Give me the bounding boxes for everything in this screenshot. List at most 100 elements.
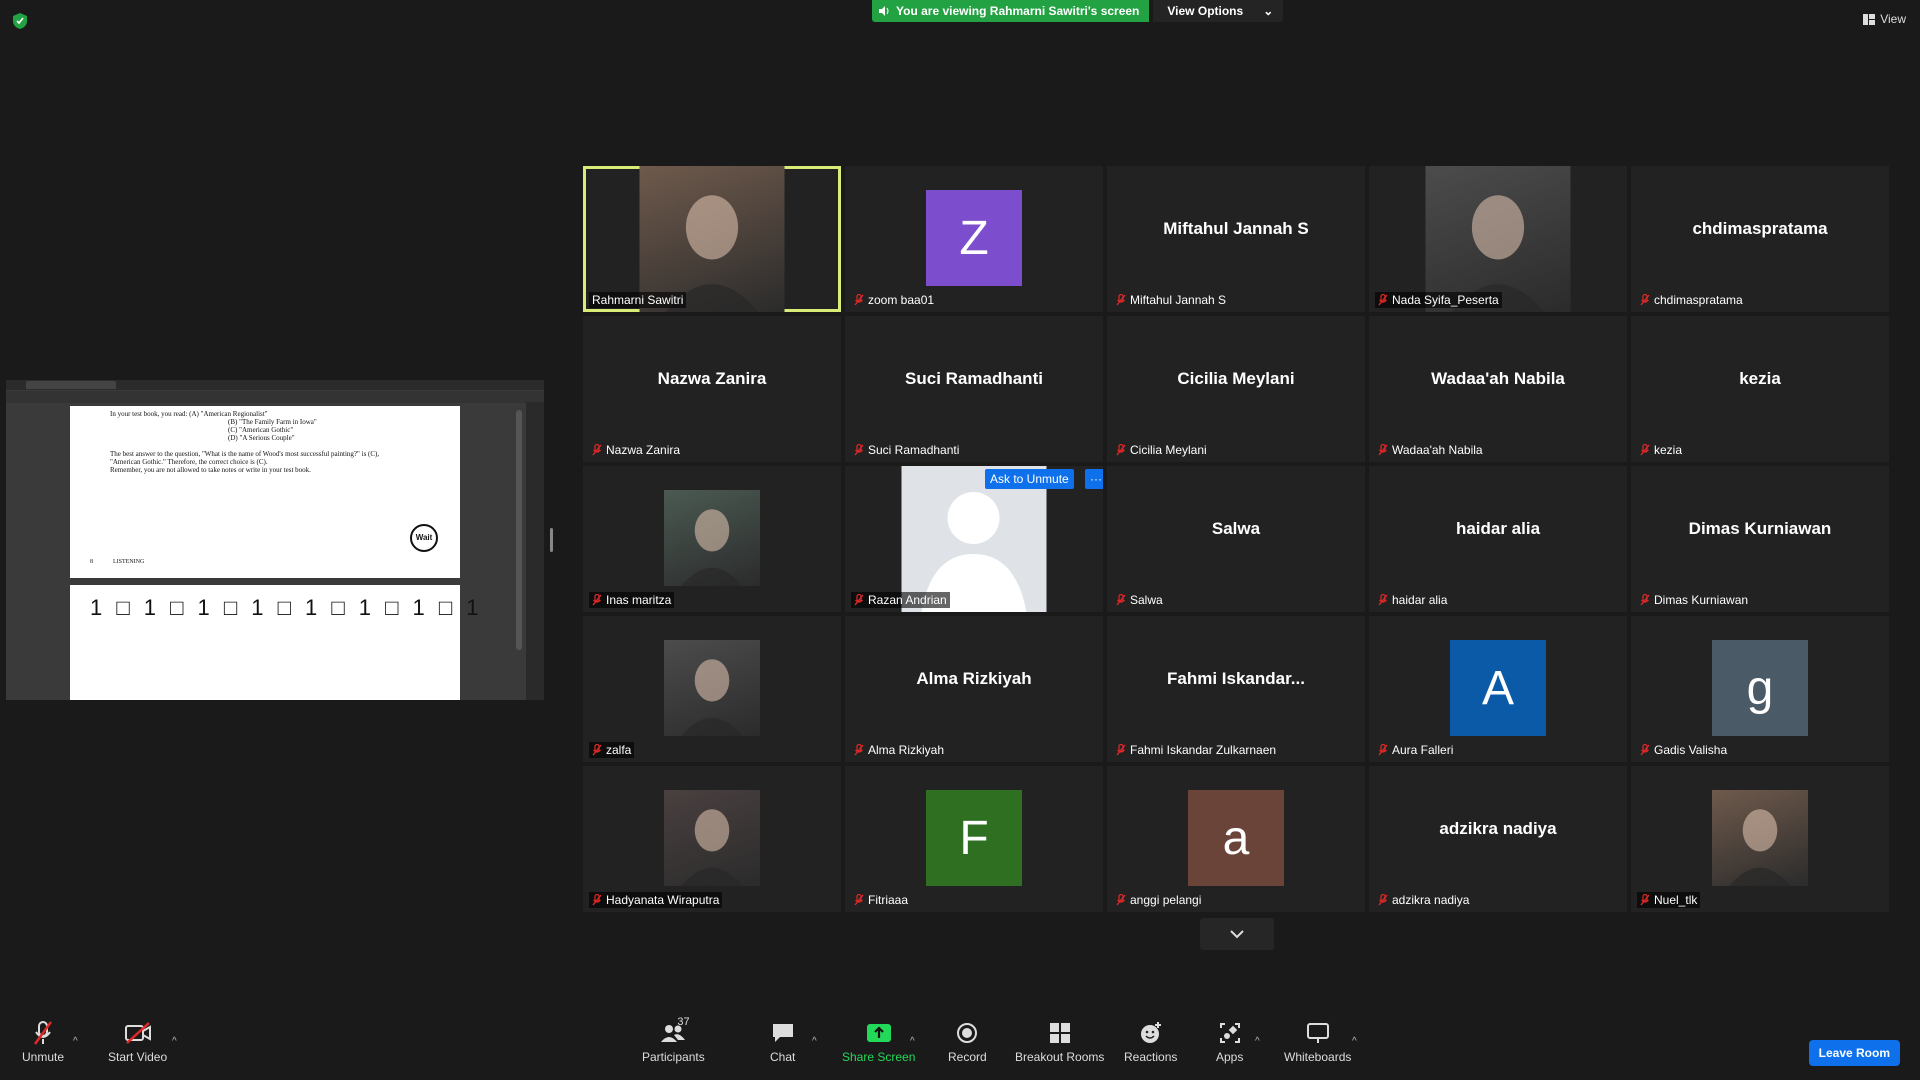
browser-sidebar — [526, 402, 544, 700]
chat-options-caret[interactable]: ^ — [812, 1036, 817, 1047]
apps-label: Apps — [1216, 1050, 1244, 1064]
participant-name: Salwa — [1130, 593, 1163, 607]
participant-name: Nada Syifa_Peserta — [1392, 293, 1499, 307]
security-shield-icon[interactable] — [12, 12, 28, 30]
doc-line: (D) "A Serious Couple" — [228, 434, 295, 442]
mic-muted-icon — [592, 444, 602, 456]
participant-name-label: Aura Falleri — [1375, 742, 1456, 758]
reactions-icon — [1140, 1022, 1161, 1043]
chevron-down-icon — [1230, 930, 1244, 939]
participant-name: Fahmi Iskandar Zulkarnaen — [1130, 743, 1277, 757]
viewing-screen-text: You are viewing Rahmarni Sawitri's scree… — [896, 4, 1140, 18]
split-resize-handle[interactable] — [550, 528, 553, 552]
leave-room-button[interactable]: Leave Room — [1808, 1040, 1900, 1066]
browser-tabbar — [6, 380, 544, 390]
participant-tile[interactable]: Hadyanata Wiraputra — [583, 766, 841, 912]
participant-display-name: Suci Ramadhanti — [905, 369, 1043, 388]
participant-tile[interactable]: chdimaspratama chdimaspratama — [1631, 166, 1889, 312]
chat-label: Chat — [770, 1050, 796, 1064]
whiteboards-options-caret[interactable]: ^ — [1352, 1036, 1357, 1047]
whiteboards-button[interactable]: Whiteboards — [1284, 1020, 1351, 1064]
doc-line: "American Gothic." Therefore, the correc… — [110, 458, 268, 466]
share-options-caret[interactable]: ^ — [910, 1036, 915, 1047]
participant-tile[interactable]: Wadaa'ah Nabila Wadaa'ah Nabila — [1369, 316, 1627, 462]
participant-video — [1425, 166, 1571, 312]
participant-tile[interactable]: Alma Rizkiyah Alma Rizkiyah — [845, 616, 1103, 762]
participant-display-name: Dimas Kurniawan — [1688, 519, 1832, 538]
participant-name-label: Rahmarni Sawitri — [589, 292, 687, 308]
participant-tile[interactable]: zalfa — [583, 616, 841, 762]
participant-tile[interactable]: F Fitriaaa — [845, 766, 1103, 912]
participant-tile[interactable]: Zzoom baa01 — [845, 166, 1103, 312]
participant-name: haidar alia — [1392, 593, 1448, 607]
screen-share-banner: You are viewing Rahmarni Sawitri's scree… — [872, 0, 1284, 22]
participant-tile[interactable]: adzikra nadiya adzikra nadiya — [1369, 766, 1627, 912]
chat-button[interactable]: Chat — [770, 1020, 795, 1064]
participant-name-label: anggi pelangi — [1113, 892, 1204, 908]
participant-tile[interactable]: Inas maritza — [583, 466, 841, 612]
unmute-button[interactable]: Unmute — [22, 1020, 64, 1064]
audio-options-caret[interactable]: ^ — [73, 1036, 78, 1047]
chevron-down-icon: ⌄ — [1263, 4, 1274, 18]
participants-count: 37 — [677, 1016, 690, 1028]
participant-display-name: Nazwa Zanira — [657, 369, 767, 388]
breakout-rooms-button[interactable]: Breakout Rooms — [1015, 1020, 1104, 1064]
participant-tile[interactable]: g Gadis Valisha — [1631, 616, 1889, 762]
participant-name: Nuel_tlk — [1654, 893, 1698, 907]
gallery-next-page-button[interactable] — [1200, 918, 1274, 950]
mic-muted-icon — [854, 894, 864, 906]
breakout-rooms-label: Breakout Rooms — [1015, 1050, 1105, 1064]
participant-tile[interactable]: Salwa Salwa — [1107, 466, 1365, 612]
participant-name-label: Alma Rizkiyah — [851, 742, 947, 758]
participant-tile[interactable]: Rahmarni Sawitri — [583, 166, 841, 312]
participants-button[interactable]: 37 Participants — [642, 1016, 705, 1064]
participant-tile[interactable]: Fahmi Iskandar... Fahmi Iskandar Zulkarna… — [1107, 616, 1365, 762]
participant-name: Miftahul Jannah S — [1130, 293, 1227, 307]
page-footer: 8 LISTENING — [90, 558, 144, 566]
mic-muted-icon — [34, 1021, 53, 1045]
participant-name: kezia — [1654, 443, 1683, 457]
participant-tile[interactable]: A Aura Falleri — [1369, 616, 1627, 762]
mic-muted-icon — [1640, 294, 1650, 306]
participant-tile[interactable]: a anggi pelangi — [1107, 766, 1365, 912]
page-number: 8 — [90, 559, 93, 565]
participant-tile[interactable]: Nada Syifa_Peserta — [1369, 166, 1627, 312]
participants-label: Participants — [642, 1050, 705, 1064]
reactions-button[interactable]: Reactions — [1124, 1020, 1177, 1064]
participant-tile[interactable]: kezia kezia — [1631, 316, 1889, 462]
participant-tile[interactable]: haidar alia haidar alia — [1369, 466, 1627, 612]
participant-tile[interactable]: Ask to Unmute ··· Razan Andrian — [845, 466, 1103, 612]
mic-muted-icon — [592, 894, 602, 906]
grid-view-icon — [1863, 13, 1876, 25]
document-scrollbar[interactable] — [516, 410, 522, 650]
view-options-button[interactable]: View Options ⌄ — [1153, 0, 1284, 22]
view-options-label: View Options — [1167, 4, 1244, 18]
reactions-label: Reactions — [1124, 1050, 1178, 1064]
participant-name-label: Nada Syifa_Peserta — [1375, 292, 1502, 308]
start-video-button[interactable]: Start Video — [108, 1020, 167, 1064]
doc-line: The best answer to the question, "What i… — [110, 450, 380, 458]
record-button[interactable]: Record — [948, 1020, 987, 1064]
share-screen-button[interactable]: Share Screen — [842, 1020, 915, 1064]
participant-tile[interactable]: Suci Ramadhanti Suci Ramadhanti — [845, 316, 1103, 462]
participant-tile[interactable]: Dimas Kurniawan Dimas Kurniawan — [1631, 466, 1889, 612]
participant-tile[interactable]: Cicilia Meylani Cicilia Meylani — [1107, 316, 1365, 462]
participant-name-label: chdimaspratama — [1637, 292, 1746, 308]
more-options-button[interactable]: ··· — [1085, 469, 1103, 489]
participant-tile[interactable]: Miftahul Jannah S Miftahul Jannah S — [1107, 166, 1365, 312]
video-options-caret[interactable]: ^ — [172, 1036, 177, 1047]
participant-tile[interactable]: Nuel_tlk — [1631, 766, 1889, 912]
mic-muted-icon — [1116, 744, 1126, 756]
participant-name-label: haidar alia — [1375, 592, 1450, 608]
view-button[interactable]: View — [1863, 12, 1906, 26]
participant-display-name: Salwa — [1211, 519, 1261, 538]
participant-name: Nazwa Zanira — [606, 443, 681, 457]
shared-screen-view[interactable]: In your test book, you read: (A) "Americ… — [6, 380, 544, 700]
ask-to-unmute-button[interactable]: Ask to Unmute — [985, 469, 1074, 489]
apps-options-caret[interactable]: ^ — [1255, 1036, 1260, 1047]
section-label: LISTENING — [113, 559, 145, 565]
apps-button[interactable]: Apps — [1216, 1020, 1243, 1064]
participant-tile[interactable]: Nazwa Zanira Nazwa Zanira — [583, 316, 841, 462]
mic-muted-icon — [592, 744, 602, 756]
shared-document-page: In your test book, you read: (A) "Americ… — [70, 406, 460, 578]
